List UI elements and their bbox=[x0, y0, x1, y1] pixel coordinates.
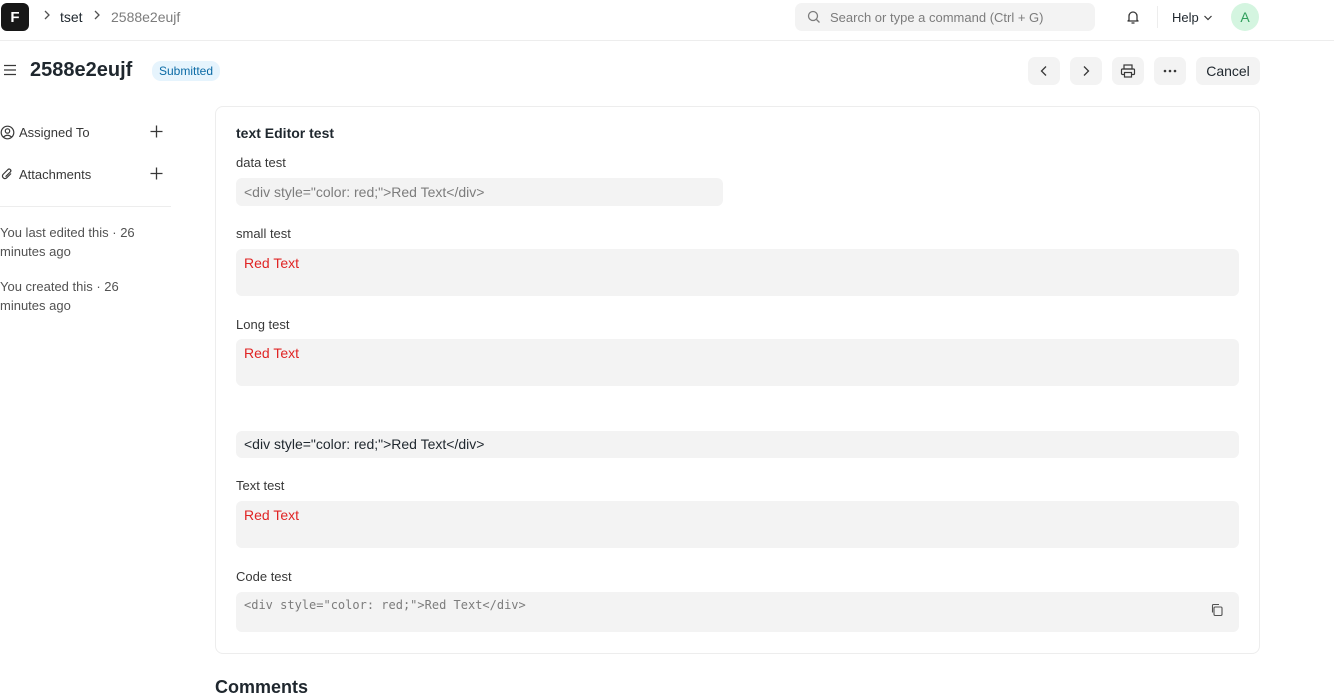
printer-icon bbox=[1120, 64, 1136, 78]
comments-heading: Comments bbox=[215, 677, 309, 697]
bell-icon[interactable] bbox=[1124, 8, 1142, 29]
avatar[interactable]: A bbox=[1231, 3, 1259, 31]
app-logo-letter: F bbox=[10, 8, 20, 26]
copy-icon[interactable] bbox=[1210, 603, 1224, 620]
page-title: 2588e2eujf bbox=[30, 59, 133, 81]
ellipsis-icon bbox=[1163, 69, 1177, 73]
chevron-right-icon bbox=[1083, 66, 1090, 76]
breadcrumb-doctype[interactable]: tset bbox=[60, 9, 83, 25]
data-test-field[interactable]: <div style="color: red;">Red Text</div> bbox=[236, 178, 723, 206]
add-assignee-icon[interactable] bbox=[149, 124, 164, 139]
attachments-label: Attachments bbox=[19, 166, 92, 182]
small-test-field[interactable]: Red Text bbox=[236, 249, 1239, 296]
user-circle-icon bbox=[0, 125, 15, 139]
code-test-field[interactable]: <div style="color: red;">Red Text</div> bbox=[236, 592, 1239, 632]
html-test-field[interactable]: <div style="color: red;">Red Text</div> bbox=[236, 431, 1239, 458]
cancel-button[interactable]: Cancel bbox=[1196, 57, 1260, 85]
sidebar-attachments[interactable]: Attachments bbox=[0, 163, 170, 185]
field-label-text-test: Text test bbox=[236, 478, 285, 493]
field-label-small-test: small test bbox=[236, 226, 291, 241]
assigned-to-label: Assigned To bbox=[19, 124, 90, 140]
last-edited-text: You last edited this · 26 minutes ago bbox=[0, 225, 135, 259]
chevron-left-icon bbox=[1040, 66, 1047, 76]
paperclip-icon bbox=[1, 167, 12, 179]
field-label-data-test: data test bbox=[236, 155, 286, 170]
next-button[interactable] bbox=[1070, 57, 1102, 85]
search-icon bbox=[807, 10, 820, 23]
chevron-right-icon bbox=[93, 9, 101, 24]
previous-button[interactable] bbox=[1028, 57, 1060, 85]
field-label-code-test: Code test bbox=[236, 569, 292, 584]
navbar: F tset 2588e2eujf Search or type a comma… bbox=[0, 0, 1334, 41]
field-label-long-test: Long test bbox=[236, 317, 290, 332]
search-bar[interactable]: Search or type a command (Ctrl + G) bbox=[795, 3, 1095, 31]
created-text: You created this · 26 minutes ago bbox=[0, 279, 119, 313]
search-placeholder: Search or type a command (Ctrl + G) bbox=[830, 9, 1044, 25]
navbar-divider bbox=[1157, 6, 1158, 28]
more-actions-button[interactable] bbox=[1154, 57, 1186, 85]
avatar-initial: A bbox=[1240, 9, 1250, 25]
chevron-down-icon bbox=[1203, 15, 1212, 20]
sidebar-assigned-to[interactable]: Assigned To bbox=[0, 121, 170, 143]
breadcrumb-docname[interactable]: 2588e2eujf bbox=[111, 9, 180, 25]
long-test-field[interactable]: Red Text bbox=[236, 339, 1239, 386]
print-button[interactable] bbox=[1112, 57, 1144, 85]
help-dropdown[interactable]: Help bbox=[1172, 10, 1213, 25]
add-attachment-icon[interactable] bbox=[149, 166, 164, 181]
status-badge: Submitted bbox=[152, 61, 221, 81]
help-label: Help bbox=[1172, 10, 1199, 25]
chevron-right-icon bbox=[43, 9, 51, 24]
app-logo[interactable]: F bbox=[1, 3, 29, 31]
sidebar-divider bbox=[0, 206, 171, 207]
sidebar-toggle-icon[interactable] bbox=[3, 63, 17, 80]
text-test-field[interactable]: Red Text bbox=[236, 501, 1239, 548]
section-title: text Editor test bbox=[236, 125, 335, 141]
